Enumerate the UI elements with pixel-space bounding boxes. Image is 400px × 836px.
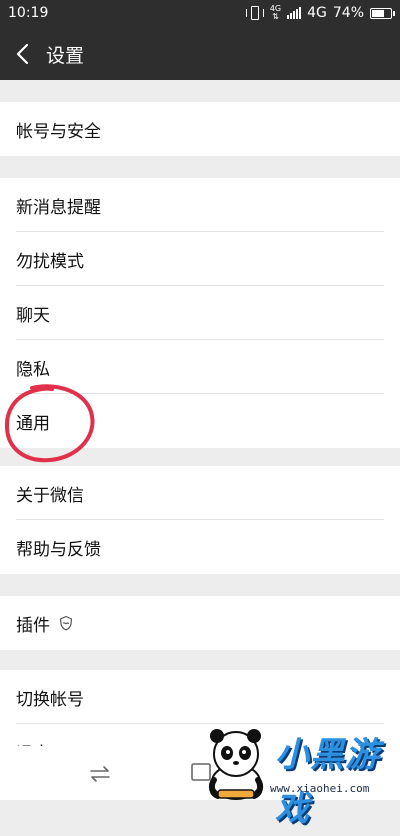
battery-icon xyxy=(370,7,395,19)
title-bar: 设置 xyxy=(0,28,400,80)
vibrate-icon xyxy=(245,6,264,20)
settings-item-label: 新消息提醒 xyxy=(16,198,101,218)
network-type-small: 4G ⇅ xyxy=(270,5,281,21)
panda-mascot-logo xyxy=(208,729,264,800)
settings-item-label: 聊天 xyxy=(16,306,50,326)
settings-item-about[interactable]: 关于微信 xyxy=(0,466,400,520)
page-title: 设置 xyxy=(46,45,85,67)
settings-item-notifications[interactable]: 新消息提醒 xyxy=(0,178,400,232)
settings-item-label: 关于微信 xyxy=(16,486,84,506)
settings-item-help-feedback[interactable]: 帮助与反馈 xyxy=(0,520,400,574)
settings-item-label: 插件 xyxy=(16,616,50,636)
settings-item-label: 帐号与安全 xyxy=(16,122,101,142)
settings-item-privacy[interactable]: 隐私 xyxy=(0,340,400,394)
status-time: 10:19 xyxy=(8,5,49,21)
battery-level-fill xyxy=(372,9,384,17)
settings-item-account-security[interactable]: 帐号与安全 xyxy=(0,102,400,156)
plugin-shield-icon xyxy=(59,615,73,631)
network-type: 4G xyxy=(307,5,327,21)
settings-item-label: 帮助与反馈 xyxy=(16,540,101,560)
back-button[interactable] xyxy=(10,38,38,70)
settings-item-label: 通用 xyxy=(16,414,50,434)
battery-percent: 74% xyxy=(332,5,364,21)
settings-item-label: 切换帐号 xyxy=(16,690,84,710)
settings-item-label: 隐私 xyxy=(16,360,50,380)
settings-item-label: 勿扰模式 xyxy=(16,252,84,272)
chevron-left-icon xyxy=(16,43,29,65)
settings-item-general[interactable]: 通用 xyxy=(0,394,400,448)
status-bar: 10:19 4G ⇅ 4G 74% xyxy=(0,0,400,28)
watermark-url: www.xiaohei.com xyxy=(270,782,370,795)
watermark-brand: 小黑游戏 xyxy=(275,735,380,829)
settings-item-switch-account[interactable]: 切换帐号 xyxy=(0,670,400,724)
data-arrows-icon: ⇅ xyxy=(272,12,279,21)
settings-item-do-not-disturb[interactable]: 勿扰模式 xyxy=(0,232,400,286)
status-indicators: 4G ⇅ 4G 74% xyxy=(245,5,395,21)
settings-item-plugins[interactable]: 插件 xyxy=(0,596,400,650)
settings-item-chat[interactable]: 聊天 xyxy=(0,286,400,340)
signal-icon xyxy=(287,7,302,19)
switch-apps-icon[interactable] xyxy=(88,762,112,786)
